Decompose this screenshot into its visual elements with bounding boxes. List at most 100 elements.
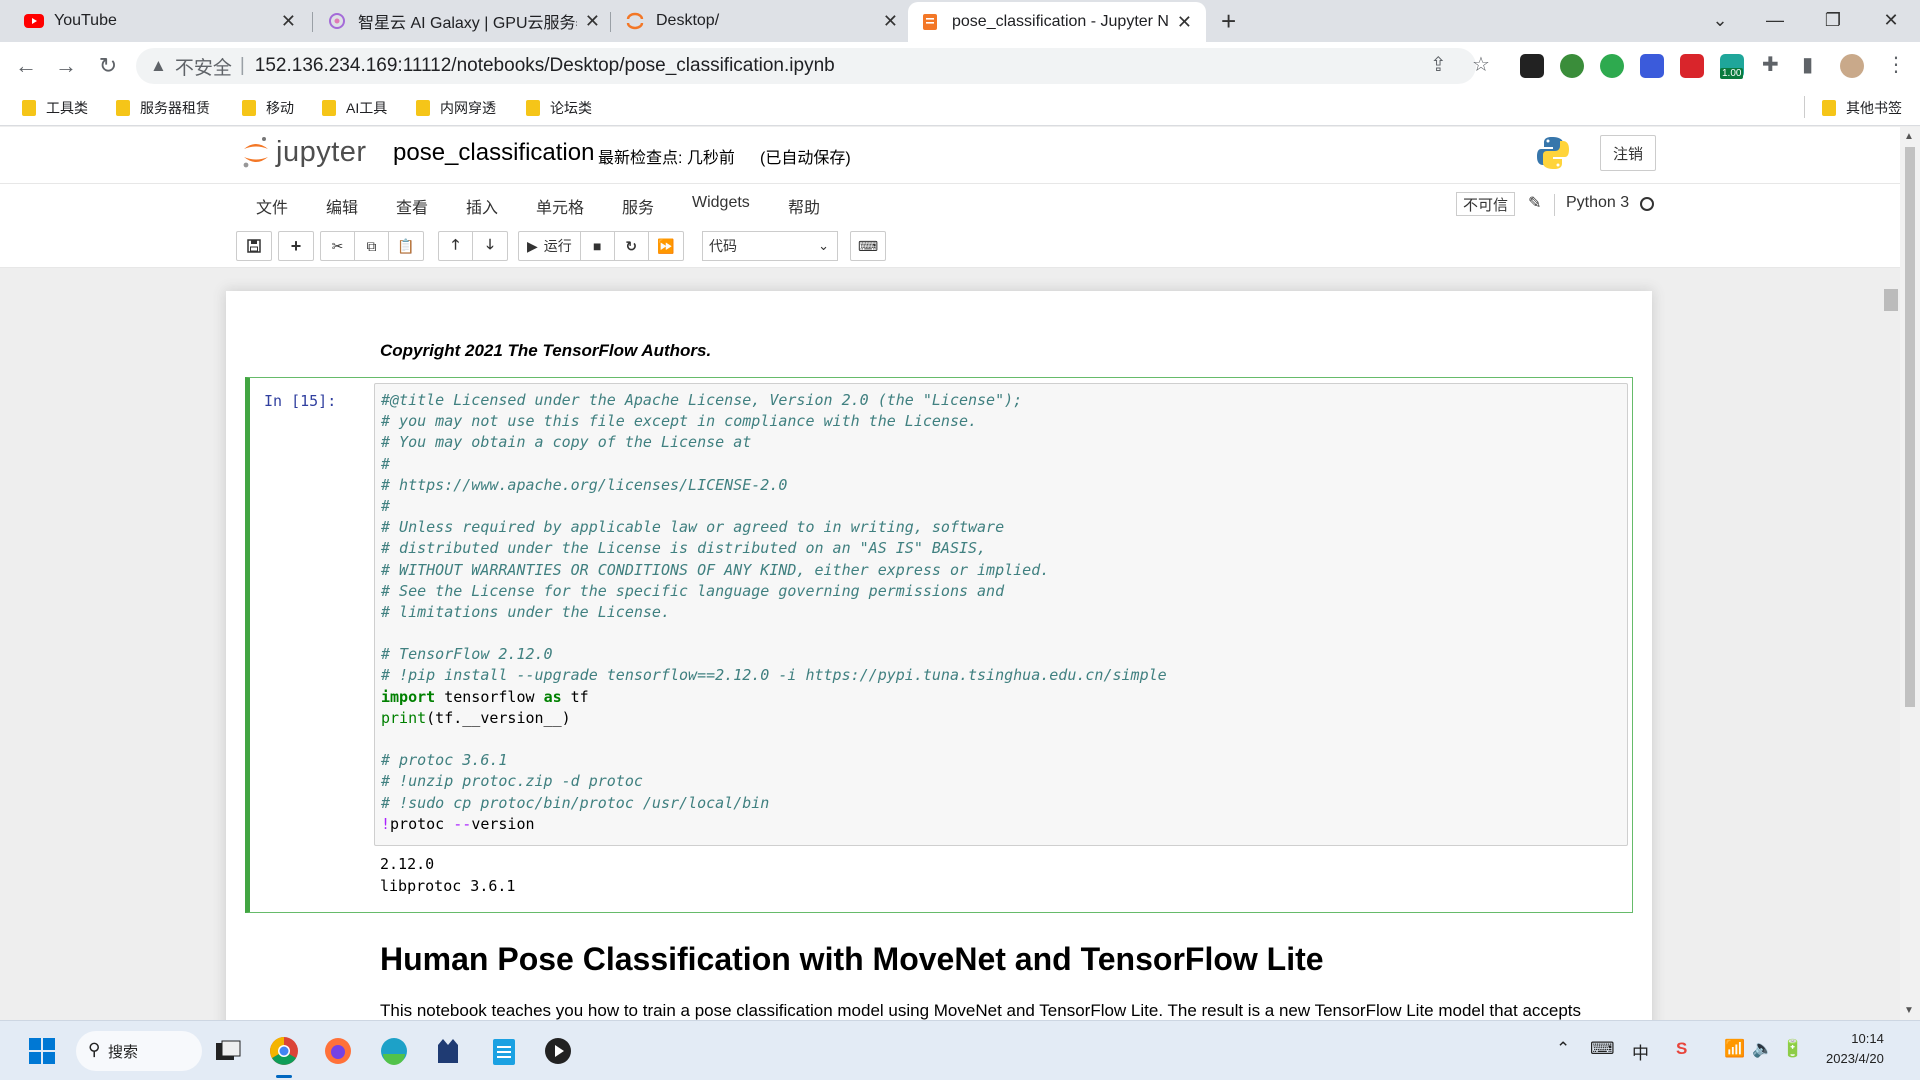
ime-indicator[interactable]: 中 — [1632, 1039, 1649, 1064]
arrow-down-icon[interactable]: 🡓 — [473, 232, 507, 260]
code-line[interactable]: #@title Licensed under the Apache Licens… — [381, 390, 1621, 411]
scroll-up-icon[interactable]: ▲ — [1904, 131, 1914, 142]
code-line[interactable]: !protoc --version — [381, 814, 1621, 835]
tab-desktop[interactable]: Desktop/ ✕ — [612, 0, 912, 42]
extensions-puzzle-icon[interactable]: ✚ — [1762, 52, 1779, 77]
menu-cell[interactable]: 单元格 — [536, 194, 584, 218]
menu-view[interactable]: 查看 — [396, 194, 428, 218]
save-icon[interactable] — [237, 232, 271, 260]
new-tab-button[interactable]: + — [1221, 6, 1236, 37]
menu-kebab-icon[interactable]: ⋮ — [1886, 52, 1906, 77]
share-icon[interactable]: ⇪ — [1430, 52, 1447, 77]
markdown-copyright[interactable]: Copyright 2021 The TensorFlow Authors. — [380, 341, 711, 361]
insecure-label[interactable]: 不安全 — [175, 53, 232, 80]
bookmark-folder[interactable]: 移动 — [242, 96, 294, 120]
reload-button[interactable]: ↻ — [92, 50, 124, 82]
code-line[interactable]: # Unless required by applicable law or a… — [381, 517, 1621, 538]
extension-ghost-icon[interactable] — [1520, 54, 1544, 78]
url-input[interactable]: ▲ 不安全 | 152.136.234.169:11112/notebooks/… — [136, 48, 1476, 84]
keyboard-icon[interactable]: ⌨ — [1590, 1039, 1615, 1059]
cut-icon[interactable]: ✂ — [321, 232, 355, 260]
tab-galaxy[interactable]: 智星云 AI Galaxy | GPU云服务器 ✕ — [314, 0, 614, 42]
chevron-up-icon[interactable]: ⌃ — [1556, 1039, 1570, 1059]
arrow-up-icon[interactable]: 🡑 — [439, 232, 473, 260]
firefox-icon[interactable] — [320, 1033, 356, 1069]
notepad-icon[interactable] — [486, 1033, 522, 1069]
code-line[interactable]: # See the License for the specific langu… — [381, 581, 1621, 602]
code-line[interactable]: # You may obtain a copy of the License a… — [381, 432, 1621, 453]
page-scrollbar[interactable]: ▲ ▼ — [1900, 127, 1920, 1020]
bookmark-folder[interactable]: 论坛类 — [526, 96, 592, 120]
code-line[interactable]: # — [381, 496, 1621, 517]
system-clock[interactable]: 10:14 2023/4/20 — [1826, 1029, 1884, 1069]
chrome-icon[interactable] — [266, 1033, 302, 1069]
wifi-icon[interactable]: 📶 — [1724, 1039, 1745, 1059]
code-line[interactable]: # limitations under the License. — [381, 602, 1621, 623]
url-text[interactable]: 152.136.234.169:11112/notebooks/Desktop/… — [255, 55, 835, 77]
notebook-name[interactable]: pose_classification — [393, 139, 594, 167]
stop-icon[interactable]: ■ — [581, 232, 615, 260]
taskbar-search[interactable]: ⚲ 搜索 — [76, 1031, 202, 1071]
menu-help[interactable]: 帮助 — [788, 194, 820, 218]
logout-button[interactable]: 注销 — [1600, 135, 1656, 171]
code-line[interactable]: # https://www.apache.org/licenses/LICENS… — [381, 475, 1621, 496]
extension-globe-icon[interactable] — [1560, 54, 1584, 78]
side-panel-icon[interactable]: ▮ — [1802, 52, 1813, 77]
code-line[interactable]: print(tf.__version__) — [381, 708, 1621, 729]
bookmark-folder[interactable]: 工具类 — [22, 96, 88, 120]
cat-app-icon[interactable] — [430, 1033, 466, 1069]
code-line[interactable]: # !pip install --upgrade tensorflow==2.1… — [381, 665, 1621, 686]
volume-icon[interactable]: 🔈 — [1752, 1039, 1773, 1059]
fast-forward-icon[interactable]: ⏩ — [649, 232, 683, 260]
tab-youtube[interactable]: YouTube ✕ — [10, 0, 310, 42]
menu-kernel[interactable]: 服务 — [622, 194, 654, 218]
code-line[interactable]: import tensorflow as tf — [381, 687, 1621, 708]
restore-button[interactable]: ❐ — [1808, 0, 1858, 40]
bookmark-folder[interactable]: 内网穿透 — [416, 96, 496, 120]
edge-icon[interactable] — [376, 1033, 412, 1069]
plus-icon[interactable]: + — [279, 232, 313, 260]
menu-file[interactable]: 文件 — [256, 194, 288, 218]
avatar[interactable] — [1840, 54, 1864, 78]
copy-icon[interactable]: ⧉ — [355, 232, 389, 260]
menu-insert[interactable]: 插入 — [466, 194, 498, 218]
code-line[interactable]: # — [381, 454, 1621, 475]
code-line[interactable]: # !unzip protoc.zip -d protoc — [381, 771, 1621, 792]
trusted-indicator[interactable]: 不可信 — [1456, 192, 1516, 216]
code-line[interactable]: # distributed under the License is distr… — [381, 538, 1621, 559]
code-editor[interactable]: #@title Licensed under the Apache Licens… — [374, 383, 1628, 846]
close-icon[interactable]: ✕ — [1177, 12, 1192, 33]
markdown-heading[interactable]: Human Pose Classification with MoveNet a… — [380, 941, 1324, 978]
jupyter-logo[interactable]: jupyter — [242, 135, 367, 169]
tab-pose-classification[interactable]: pose_classification - Jupyter N ✕ — [908, 2, 1206, 42]
forward-button[interactable]: → — [50, 50, 82, 82]
bookmark-star-icon[interactable]: ☆ — [1472, 52, 1490, 77]
tab-search-icon[interactable]: ⌄ — [1695, 0, 1745, 40]
other-bookmarks[interactable]: 其他书签 — [1822, 96, 1902, 120]
scroll-down-icon[interactable]: ▼ — [1904, 1005, 1914, 1016]
run-button[interactable]: ▶ 运行 — [519, 232, 581, 260]
code-line[interactable] — [381, 623, 1621, 644]
code-line[interactable]: # WITHOUT WARRANTIES OR CONDITIONS OF AN… — [381, 560, 1621, 581]
page-scrollbar-thumb[interactable] — [1905, 147, 1915, 707]
windows-start-icon[interactable] — [24, 1033, 60, 1069]
code-line[interactable]: # TensorFlow 2.12.0 — [381, 644, 1621, 665]
close-icon[interactable]: ✕ — [585, 11, 600, 32]
restart-icon[interactable]: ↻ — [615, 232, 649, 260]
code-line[interactable]: # protoc 3.6.1 — [381, 750, 1621, 771]
close-window-button[interactable]: ✕ — [1866, 0, 1916, 40]
extension-red-icon[interactable] — [1680, 54, 1704, 78]
back-button[interactable]: ← — [10, 50, 42, 82]
kernel-name[interactable]: Python 3 — [1566, 194, 1629, 212]
notebook-scrollbar-thumb[interactable] — [1884, 289, 1898, 311]
pencil-icon[interactable]: ✎ — [1528, 193, 1541, 213]
cell-type-select[interactable]: 代码 ⌄ — [702, 231, 838, 261]
paste-icon[interactable]: 📋 — [389, 232, 423, 260]
close-icon[interactable]: ✕ — [281, 11, 296, 32]
minimize-button[interactable]: — — [1750, 0, 1800, 40]
extension-n-icon[interactable] — [1600, 54, 1624, 78]
code-line[interactable]: # !sudo cp protoc/bin/protoc /usr/local/… — [381, 793, 1621, 814]
extension-grid-icon[interactable] — [1640, 54, 1664, 78]
code-cell-selected[interactable]: In [15]: #@title Licensed under the Apac… — [245, 377, 1633, 913]
code-line[interactable]: # you may not use this file except in co… — [381, 411, 1621, 432]
